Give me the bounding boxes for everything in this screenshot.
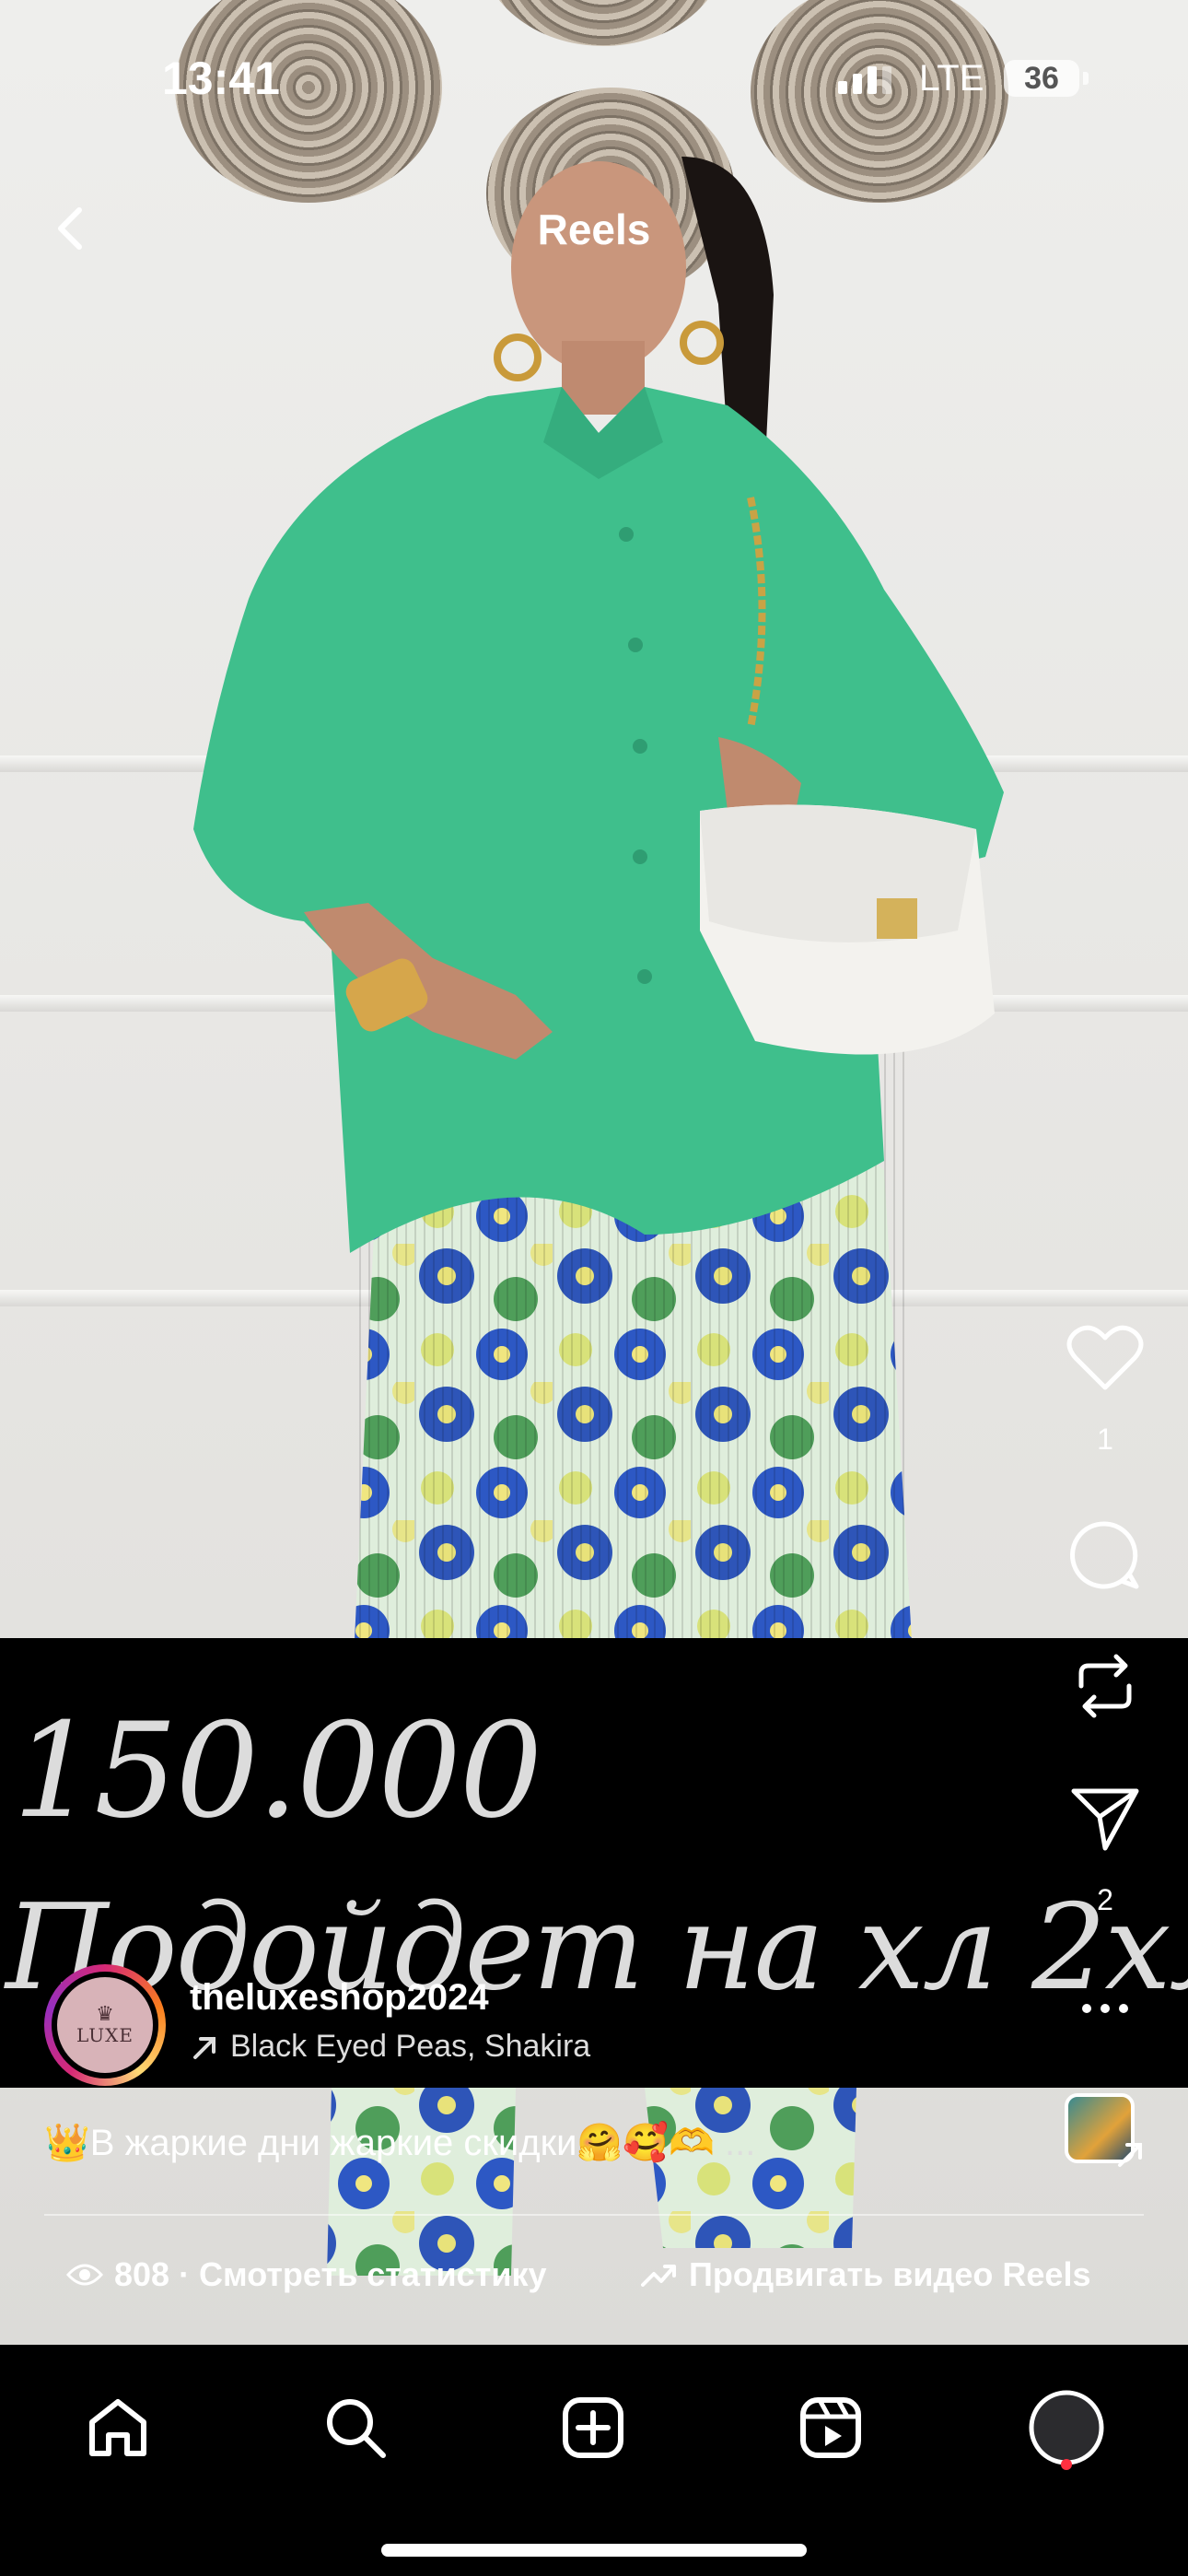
network-type: LTE [919, 58, 984, 99]
views-text: 808 · Смотреть статистику [114, 2255, 547, 2293]
avatar[interactable]: ♛ LUXE [44, 1964, 166, 2086]
nav-create[interactable] [547, 2382, 639, 2474]
profile-icon [1029, 2390, 1104, 2465]
nav-reels[interactable] [785, 2382, 877, 2474]
reels-icon [800, 2397, 861, 2458]
heart-icon [1066, 1325, 1144, 1390]
crown-icon: ♛ [96, 2002, 114, 2025]
audio-title: Black Eyed Peas, Shakira [230, 2029, 591, 2064]
nav-home[interactable] [72, 2382, 164, 2474]
create-icon [563, 2397, 623, 2458]
arrow-up-right-icon [1118, 2143, 1142, 2167]
more-options-button[interactable] [1059, 1962, 1151, 2055]
status-time: 13:41 [162, 53, 280, 104]
caption-more[interactable]: ... [725, 2123, 755, 2163]
reel-video[interactable]: 150.000 Подойдет на хл 2хл [0, 0, 1188, 2345]
home-icon [89, 2399, 146, 2456]
like-button[interactable] [1059, 1312, 1151, 1404]
caption-text: 👑В жаркие дни жаркие скидки🤗🥰🫶 [44, 2123, 715, 2163]
battery-cap [1083, 72, 1089, 85]
share-button[interactable] [1059, 1773, 1151, 1865]
promote-text: Продвигать видео Reels [689, 2255, 1091, 2293]
battery-icon: 36 [1004, 60, 1079, 97]
notification-dot [1061, 2459, 1072, 2470]
signal-icon [838, 66, 891, 94]
audio-link[interactable]: Black Eyed Peas, Shakira [190, 2029, 590, 2065]
username[interactable]: theluxeshop2024 [190, 1977, 489, 2019]
bottom-nav [0, 2345, 1188, 2576]
page-title: Reels [537, 205, 651, 253]
avatar-frame: ♛ LUXE [52, 1972, 158, 2078]
avatar-logo-text: LUXE [76, 2024, 134, 2046]
eye-icon [66, 2264, 103, 2286]
search-icon [327, 2399, 386, 2458]
home-indicator [381, 2544, 807, 2557]
overlay-price: 150.000 [13, 1695, 542, 1847]
divider [44, 2214, 1144, 2216]
like-count: 1 [1097, 1423, 1113, 1456]
post-caption[interactable]: 👑В жаркие дни жаркие скидки🤗🥰🫶 ... [44, 2121, 755, 2164]
remix-button[interactable] [1059, 1640, 1151, 1732]
trending-up-icon [641, 2265, 676, 2287]
reels-screen: 150.000 Подойдет на хл 2хл 13:41 LTE 36 … [0, 0, 1188, 2576]
status-bar: 13:41 LTE 36 [0, 0, 1188, 157]
send-icon [1071, 1788, 1139, 1851]
avatar-logo: ♛ LUXE [57, 1977, 153, 2073]
share-count: 2 [1097, 1883, 1113, 1916]
overlay-caption: Подойдет на хл 2хл [6, 1879, 1188, 2017]
comment-icon [1070, 1521, 1139, 1589]
nav-search[interactable] [309, 2382, 402, 2474]
more-icon [1082, 2004, 1128, 2013]
promote-reel-button[interactable]: Продвигать видео Reels [641, 2255, 1090, 2294]
comment-button[interactable] [1059, 1509, 1151, 1601]
repost-icon [1078, 1654, 1132, 1718]
view-insights-button[interactable]: 808 · Смотреть статистику [66, 2255, 547, 2294]
arrow-up-right-icon [193, 2036, 215, 2059]
